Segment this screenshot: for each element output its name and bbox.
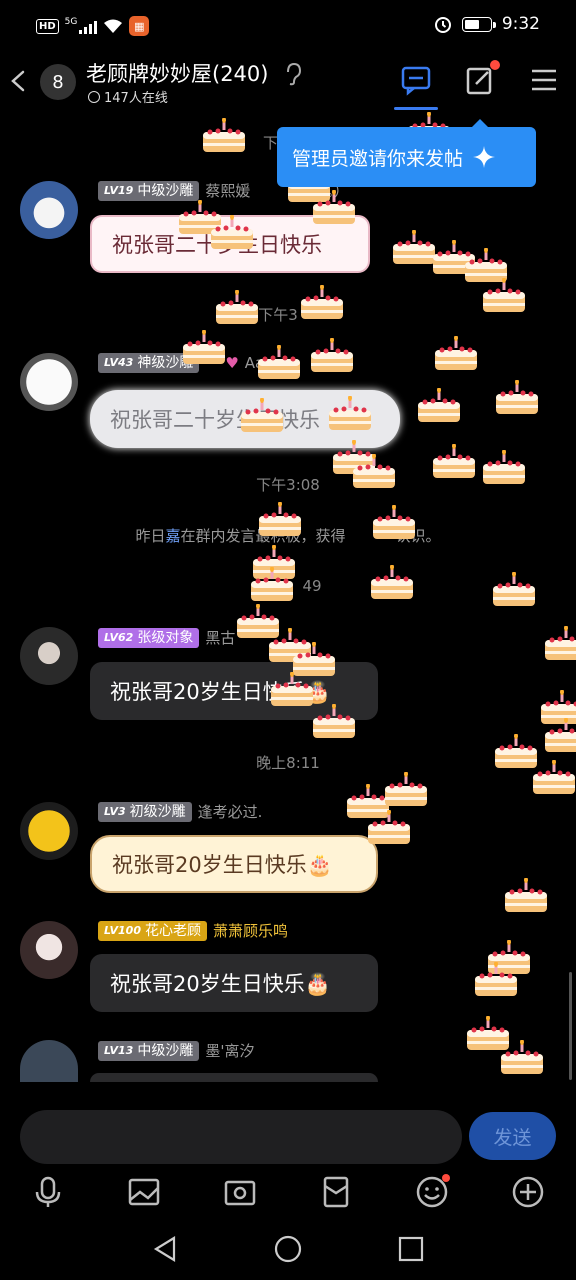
cake-icon <box>271 672 313 706</box>
cake-icon <box>203 118 245 152</box>
cake-icon <box>251 567 293 601</box>
send-button[interactable]: 发送 <box>469 1112 556 1160</box>
level-badge: LV62 张级对象 <box>98 627 200 648</box>
avatar[interactable] <box>20 1040 78 1082</box>
message-bubble[interactable] <box>90 1073 378 1082</box>
cake-icon <box>505 878 547 912</box>
level-badge: LV13 中级沙雕 <box>98 1040 200 1061</box>
cake-icon <box>211 215 253 249</box>
cake-icon <box>311 338 353 372</box>
admin-invite-tooltip[interactable]: 管理员邀请你来发帖 <box>277 119 536 187</box>
camera-icon[interactable] <box>222 1174 258 1210</box>
group-title[interactable]: 老顾牌妙妙屋(240) <box>86 58 268 88</box>
cake-icon <box>493 572 535 606</box>
cake-icon <box>329 396 371 430</box>
sender-meta: LV13 中级沙雕 墨'离汐 <box>98 1040 254 1061</box>
sender-name[interactable]: 黑古 <box>205 627 235 648</box>
cake-icon <box>533 760 575 794</box>
scrollbar[interactable] <box>569 972 572 1080</box>
sender-meta: LV62 张级对象 黑古 <box>98 627 235 648</box>
battery-icon <box>461 16 496 32</box>
alarm-icon <box>434 17 451 33</box>
input-toolbar <box>0 1168 576 1212</box>
notification-dot <box>490 60 500 70</box>
cake-icon <box>385 772 427 806</box>
level-badge: LV19 中级沙雕 <box>98 180 200 201</box>
sparkle-icon <box>473 146 496 168</box>
hd-indicator: HD <box>36 18 59 34</box>
clock: 9:32 <box>501 14 540 34</box>
cake-icon <box>373 505 415 539</box>
sender-name[interactable]: 蔡熙媛 <box>205 180 250 201</box>
wifi-icon <box>104 19 123 33</box>
nav-recents-icon[interactable] <box>396 1234 426 1264</box>
online-status: 147人在线 <box>88 87 168 106</box>
message-text: 祝张哥20岁生日快乐🎂 <box>110 972 331 996</box>
sender-name[interactable]: 墨'离汐 <box>205 1040 254 1061</box>
cake-icon <box>313 190 355 224</box>
avatar[interactable] <box>20 627 78 685</box>
network-type: 5G <box>64 17 78 27</box>
cake-icon <box>313 704 355 738</box>
cake-icon <box>241 398 283 432</box>
back-arrow-icon[interactable] <box>8 64 28 98</box>
system-member-link[interactable]: 嘉 <box>165 527 180 545</box>
message-bubble[interactable]: 祝张哥20岁生日快乐🎂 <box>90 954 378 1012</box>
menu-icon[interactable] <box>526 62 562 98</box>
system-nav-bar <box>0 1228 576 1272</box>
image-icon[interactable] <box>126 1174 162 1210</box>
cake-icon <box>353 454 395 488</box>
microphone-icon[interactable] <box>30 1174 66 1210</box>
message-text: 祝张哥20岁生日快乐🎂 <box>112 853 333 877</box>
message-bubble[interactable]: 祝张哥20岁生日快乐🎂 <box>90 835 378 893</box>
level-badge: LV100 花心老顾 <box>98 920 207 941</box>
cake-icon <box>216 290 258 324</box>
status-bar: HD 5G ▦ 9:32 <box>0 0 576 56</box>
avatar[interactable] <box>20 802 78 860</box>
cake-icon <box>545 718 576 752</box>
cake-icon <box>501 1040 543 1074</box>
cake-icon <box>371 565 413 599</box>
timestamp: 晚上8:11 <box>256 754 320 772</box>
cake-icon <box>258 345 300 379</box>
cake-icon <box>483 450 525 484</box>
message-input[interactable] <box>20 1110 462 1164</box>
cake-icon <box>435 336 477 370</box>
cake-icon <box>496 380 538 414</box>
ear-icon[interactable] <box>284 62 302 86</box>
sender-meta: LV3 初级沙雕 逢考必过. <box>98 801 262 822</box>
online-count: 147人在线 <box>104 91 168 106</box>
sender-name[interactable]: 逢考必过. <box>198 801 263 822</box>
cake-icon <box>368 810 410 844</box>
cake-icon <box>483 278 525 312</box>
red-packet-icon[interactable] <box>318 1174 354 1210</box>
chat-header: 8 老顾牌妙妙屋(240) 147人在线 <box>0 56 576 114</box>
cake-icon <box>183 330 225 364</box>
cake-icon <box>418 388 460 422</box>
app-notification-icon: ▦ <box>129 16 150 36</box>
avatar[interactable] <box>20 181 78 239</box>
tooltip-text: 管理员邀请你来发帖 <box>292 147 464 170</box>
add-icon[interactable] <box>510 1174 546 1210</box>
cake-icon <box>259 502 301 536</box>
avatar[interactable] <box>20 353 78 411</box>
nav-back-icon[interactable] <box>150 1234 180 1264</box>
sender-name[interactable]: 萧萧顾乐鸣 <box>213 920 288 941</box>
cake-icon <box>433 444 475 478</box>
online-check-icon <box>88 90 100 103</box>
nav-home-icon[interactable] <box>273 1234 303 1264</box>
post-edit-icon[interactable] <box>462 60 500 98</box>
cake-icon <box>475 962 517 996</box>
emoji-icon[interactable] <box>414 1174 450 1210</box>
avatar[interactable] <box>20 921 78 979</box>
level-badge: LV3 初级沙雕 <box>98 801 192 822</box>
chat-tab-icon[interactable] <box>394 62 438 110</box>
sender-meta: LV100 花心老顾 萧萧顾乐鸣 <box>98 920 288 941</box>
signal-icon <box>79 18 98 34</box>
message-text: 祝张哥二十岁生日快乐 <box>110 408 320 432</box>
cake-icon <box>301 285 343 319</box>
cake-icon <box>545 626 576 660</box>
unread-count-badge[interactable]: 8 <box>40 64 76 100</box>
